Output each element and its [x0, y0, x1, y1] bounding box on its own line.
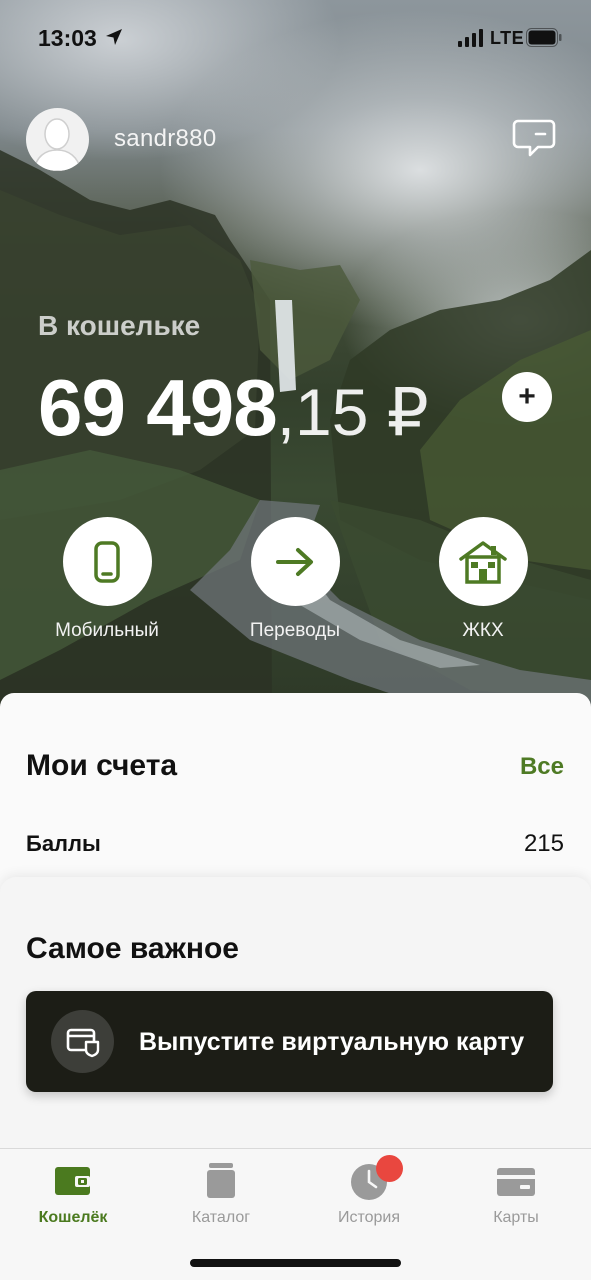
location-arrow-icon — [106, 29, 122, 45]
balance-fraction: ,15 ₽ — [276, 375, 429, 449]
virtual-card-promo[interactable]: Выпустите виртуальную карту — [26, 991, 553, 1092]
points-value[interactable]: 215 — [524, 830, 564, 858]
avatar-silhouette-icon — [33, 117, 82, 171]
action-housing-label: ЖКХ — [462, 620, 504, 641]
profile[interactable]: sandr880 — [26, 107, 216, 171]
notification-badge — [376, 1155, 403, 1182]
tab-catalog-label: Каталог — [191, 1209, 251, 1226]
important-title: Самое важное — [26, 932, 239, 965]
hero-background: 13:03 LTE sandr880 В кошельке 69 498,15 … — [0, 0, 591, 720]
virtual-card-text: Выпустите виртуальную карту — [139, 1028, 525, 1056]
wallet-icon — [53, 1161, 93, 1201]
action-housing-button[interactable] — [438, 517, 528, 606]
points-label[interactable]: Баллы — [26, 831, 101, 857]
action-mobile-label: Мобильный — [55, 620, 159, 641]
action-mobile[interactable]: Мобильный — [42, 517, 172, 642]
network-type: LTE — [490, 28, 525, 48]
username: sandr880 — [114, 125, 217, 152]
home-indicator — [190, 1259, 401, 1267]
action-mobile-button[interactable] — [62, 517, 152, 606]
tab-catalog[interactable]: Каталог — [166, 1161, 276, 1227]
card-icon — [496, 1161, 536, 1201]
balance: 69 498,15 ₽ — [38, 368, 429, 448]
add-funds-button[interactable]: + — [502, 372, 552, 422]
clock-icon — [349, 1155, 403, 1201]
phone-icon — [94, 540, 120, 583]
balance-integer: 69 498 — [38, 363, 278, 452]
tab-cards-label: Карты — [493, 1209, 539, 1226]
wallet-label: В кошельке — [38, 310, 201, 341]
virtual-card-icon — [51, 1010, 114, 1073]
action-transfers-label: Переводы — [249, 620, 341, 641]
arrow-right-icon — [276, 547, 313, 576]
signal-icon — [458, 29, 483, 47]
tab-history-label: История — [337, 1209, 401, 1226]
status-time: 13:03 — [38, 25, 97, 51]
catalog-icon — [201, 1161, 241, 1201]
action-transfers[interactable]: Переводы — [230, 517, 360, 642]
battery-icon — [526, 28, 562, 47]
action-transfers-button[interactable] — [250, 517, 340, 606]
important-section: Самое важное Выпустите виртуальную карту — [0, 877, 591, 1167]
accounts-all-link[interactable]: Все — [520, 753, 564, 781]
tab-cards[interactable]: Карты — [461, 1161, 571, 1227]
accounts-title: Мои счета — [26, 749, 178, 782]
avatar[interactable] — [26, 107, 89, 171]
chat-icon[interactable] — [512, 118, 556, 158]
tab-wallet[interactable]: Кошелёк — [18, 1161, 128, 1227]
house-icon — [459, 540, 507, 584]
tab-history[interactable]: История — [314, 1155, 424, 1227]
tab-wallet-label: Кошелёк — [38, 1209, 108, 1226]
status-bar: 13:03 LTE — [0, 0, 591, 80]
action-housing[interactable]: ЖКХ — [418, 517, 548, 642]
